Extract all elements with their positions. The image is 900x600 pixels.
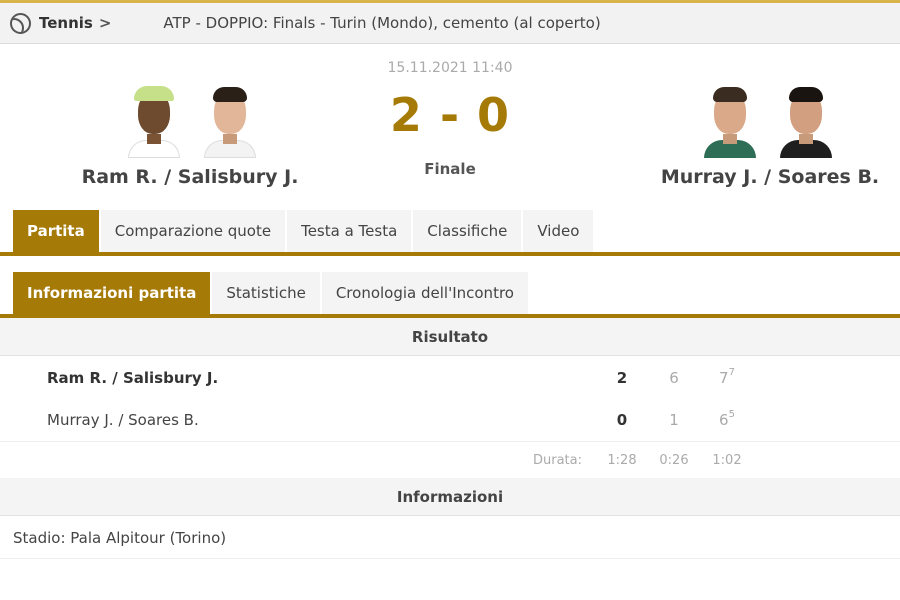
result-row-away: Murray J. / Soares B. 0 1 65 <box>0 399 900 441</box>
duration-label: Durata: <box>533 453 583 468</box>
tab-comparazione-quote[interactable]: Comparazione quote <box>100 210 286 252</box>
result-set-1: 1 <box>669 411 679 429</box>
result-team-name[interactable]: Murray J. / Soares B. <box>47 411 199 429</box>
tab-partita[interactable]: Partita <box>13 210 99 252</box>
breadcrumb-competition-link[interactable]: ATP - DOPPIO: Finals - Turin (Mondo), ce… <box>163 14 600 32</box>
main-tabs: Partita Comparazione quote Testa a Testa… <box>13 210 595 252</box>
doubles-people-icon <box>119 14 151 32</box>
tennis-ball-icon[interactable] <box>10 12 31 34</box>
home-team-name[interactable]: Ram R. / Salisbury J. <box>40 166 340 188</box>
tiebreak-score: 5 <box>728 409 735 420</box>
tab-classifiche[interactable]: Classifiche <box>413 210 522 252</box>
result-set-2: 65 <box>719 409 735 429</box>
duration-total: 1:28 <box>607 453 637 468</box>
result-row-home: Ram R. / Salisbury J. 2 6 77 <box>0 357 900 399</box>
sub-tabs: Informazioni partita Statistiche Cronolo… <box>13 272 530 314</box>
match-score: 2 - 0 <box>389 88 511 142</box>
subtab-statistiche[interactable]: Statistiche <box>212 272 320 314</box>
tabs-underline <box>0 252 900 256</box>
tab-video[interactable]: Video <box>523 210 594 252</box>
result-section-header: Risultato <box>0 318 900 356</box>
subtab-informazioni-partita[interactable]: Informazioni partita <box>13 272 211 314</box>
subtab-cronologia[interactable]: Cronologia dell'Incontro <box>321 272 528 314</box>
duration-set-1: 0:26 <box>659 453 689 468</box>
chevron-right-icon: > <box>98 14 112 32</box>
duration-row: Durata: 1:28 0:26 1:02 <box>0 441 900 477</box>
tab-testa-a-testa[interactable]: Testa a Testa <box>287 210 412 252</box>
away-team-name[interactable]: Murray J. / Soares B. <box>620 166 900 188</box>
venue-info: Stadio: Pala Alpitour (Torino) <box>0 516 900 559</box>
breadcrumb-sport-link[interactable]: Tennis <box>39 14 93 32</box>
result-set-2: 77 <box>719 367 735 387</box>
result-set-1: 6 <box>669 369 679 387</box>
match-date: 15.11.2021 11:40 <box>387 60 513 76</box>
info-section-header: Informazioni <box>0 478 900 516</box>
duration-set-2: 1:02 <box>712 453 742 468</box>
result-team-name[interactable]: Ram R. / Salisbury J. <box>47 369 218 387</box>
breadcrumb: Tennis > ATP - DOPPIO: Finals - Turin (M… <box>0 3 900 44</box>
result-total: 0 <box>616 411 628 429</box>
result-total: 2 <box>616 369 628 387</box>
tiebreak-score: 7 <box>728 367 735 378</box>
